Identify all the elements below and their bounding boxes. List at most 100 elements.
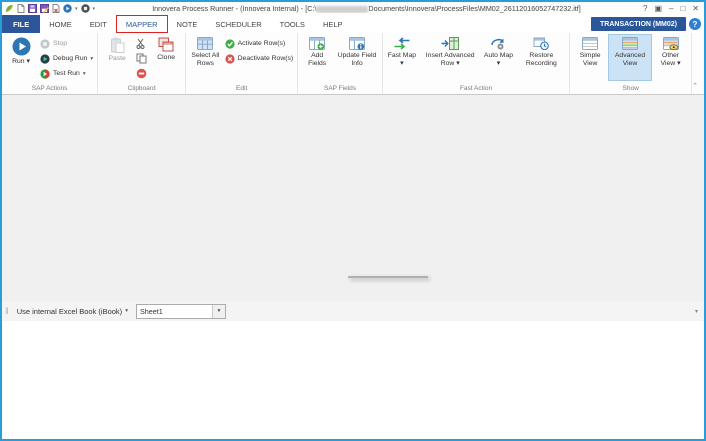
select-all-rows-icon [197, 37, 213, 50]
new-file-icon[interactable] [17, 4, 25, 14]
app-window: ▾ ▾ Innovera Process Runner - (Innovera I… [0, 0, 706, 441]
auto-map-icon [490, 37, 506, 50]
save-icon[interactable] [28, 4, 37, 14]
use-internal-excel-book-button[interactable]: Use internal Excel Book (iBook)▾ [13, 307, 132, 316]
delete-row-button[interactable] [134, 66, 149, 80]
test-run-button[interactable]: Test Run▾ [38, 67, 95, 80]
button-label: Other View ▾ [654, 52, 687, 67]
mapping-type-dropdown [348, 276, 428, 278]
button-label: Restore Recording [517, 52, 565, 67]
mapper-grid [2, 94, 704, 302]
use-internal-excel-book-label: Use internal Excel Book (iBook) [17, 307, 122, 316]
ribbon-collapse-icon[interactable]: ⌃ [692, 82, 704, 94]
update-field-info-icon [349, 37, 365, 50]
sheet-select[interactable]: Sheet1 ▼ [136, 304, 226, 319]
title-bar: ▾▾ Innovera Process Runner - (Innovera I… [2, 2, 704, 15]
tab-mapper[interactable]: MAPPER [116, 15, 168, 33]
window-title-prefix: Innovera Process Runner - (Innovera Inte… [152, 4, 316, 13]
test-run-icon [40, 69, 50, 79]
deactivate-icon [225, 54, 235, 64]
chevron-down-icon: ▾ [90, 56, 93, 62]
update-field-info-button[interactable]: Update Field Info [334, 34, 380, 80]
paste-button[interactable]: Paste [100, 34, 134, 80]
title-help-icon[interactable]: ? [643, 4, 647, 14]
pin-window-icon[interactable]: ▣ [654, 4, 662, 14]
tab-edit[interactable]: EDIT [81, 15, 116, 33]
button-label: Debug Run [53, 55, 87, 62]
other-view-button[interactable]: Other View ▾ [652, 34, 689, 80]
chevron-down-icon[interactable]: ▾ [691, 308, 704, 315]
run-icon [12, 37, 31, 56]
simple-view-icon [582, 37, 598, 50]
advanced-view-icon [622, 37, 638, 50]
toolbar-grip: ‖ [2, 306, 13, 316]
restore-recording-icon [533, 37, 549, 50]
play-icon[interactable] [63, 4, 72, 14]
chevron-down-icon[interactable]: ▾ [75, 6, 78, 12]
stop2-icon[interactable] [81, 4, 90, 14]
stop-button[interactable]: Stop [38, 37, 95, 50]
tab-note[interactable]: NOTE [168, 15, 207, 33]
chevron-down-icon: ▾ [125, 308, 128, 314]
ribbon-group-label: SAP Fields [300, 85, 380, 94]
insert-advanced-row-button[interactable]: Insert Advanced Row ▾ [419, 34, 482, 80]
copy-button[interactable] [134, 51, 149, 65]
tab-home[interactable]: HOME [40, 15, 81, 33]
debug-run-button[interactable]: Debug Run▾ [38, 52, 95, 65]
activate-row-s-button[interactable]: Activate Row(s) [223, 37, 296, 50]
button-label: Add Fields [302, 52, 332, 67]
tab-tools[interactable]: TOOLS [271, 15, 314, 33]
cut-button[interactable] [134, 36, 149, 50]
insert-advanced-row-icon [441, 37, 459, 50]
tab-help[interactable]: HELP [314, 15, 352, 33]
maximize-button[interactable]: □ [680, 4, 685, 14]
auto-map-button[interactable]: Auto Map ▾ [481, 34, 515, 80]
tab-scheduler[interactable]: SCHEDULER [206, 15, 270, 33]
debug-run-icon [40, 54, 50, 64]
button-label: Insert Advanced Row ▾ [421, 52, 480, 67]
chevron-down-icon: ▾ [83, 71, 86, 77]
sheet-name: Sheet1 [137, 307, 212, 316]
ribbon-group-label: Edit [188, 85, 295, 94]
redacted-path [316, 6, 368, 13]
ribbon-group-label: Clipboard [100, 85, 183, 94]
button-label: Activate Row(s) [238, 40, 286, 47]
ribbon-group-fast-action: Fast Map ▾ Insert Advanced Row ▾Auto Map … [383, 33, 570, 94]
tab-file[interactable]: FILE [2, 15, 40, 33]
ibook-toolbar: ‖ Use internal Excel Book (iBook)▾ Sheet… [2, 301, 704, 322]
stop-icon [40, 39, 50, 49]
select-all-rows-button[interactable]: Select All Rows [188, 34, 222, 80]
fast-map-button[interactable]: Fast Map ▾ [385, 34, 419, 80]
add-fields-button[interactable]: Add Fields [300, 34, 334, 80]
clone-button[interactable]: Clone [149, 34, 183, 80]
transaction-button[interactable]: TRANSACTION (MM02) [591, 17, 686, 31]
button-label: Fast Map ▾ [387, 52, 417, 67]
simple-view-button[interactable]: Simple View [572, 34, 608, 80]
button-label: Auto Map ▾ [483, 52, 513, 67]
deactivate-row-s-button[interactable]: Deactivate Row(s) [223, 52, 296, 65]
save-as-icon[interactable] [40, 4, 49, 14]
button-label: Select All Rows [190, 52, 220, 67]
ribbon-group-clipboard: Paste Clone Clipboard [98, 33, 186, 94]
button-label: Clone [157, 54, 175, 62]
other-view-icon [663, 37, 679, 50]
excel-grid [2, 321, 704, 439]
ribbon-group-label: Show [572, 85, 689, 94]
button-label: Paste [108, 55, 125, 63]
chevron-down-icon[interactable]: ▼ [212, 305, 225, 318]
minimize-button[interactable]: – [669, 4, 673, 14]
ribbon-group-sap-fields: Add Fields Update Field Info SAP Fields [298, 33, 383, 94]
button-label: Deactivate Row(s) [238, 55, 294, 62]
export-file-icon[interactable] [52, 4, 60, 14]
ribbon-group-sap-actions: Run ▾StopDebug Run▾Test Run▾SAP Actions [2, 33, 98, 94]
advanced-view-button[interactable]: Advanced View [608, 34, 652, 81]
button-label: Update Field Info [336, 52, 378, 67]
close-button[interactable]: ✕ [692, 4, 699, 14]
paste-icon [110, 37, 125, 53]
ribbon-group-label: SAP Actions [4, 85, 95, 94]
app-logo-icon[interactable] [5, 4, 14, 14]
button-label: Stop [53, 40, 67, 47]
restore-recording-button[interactable]: Restore Recording [515, 34, 567, 80]
help-icon[interactable]: ? [689, 18, 701, 30]
run-button[interactable]: Run ▾ [4, 34, 38, 80]
